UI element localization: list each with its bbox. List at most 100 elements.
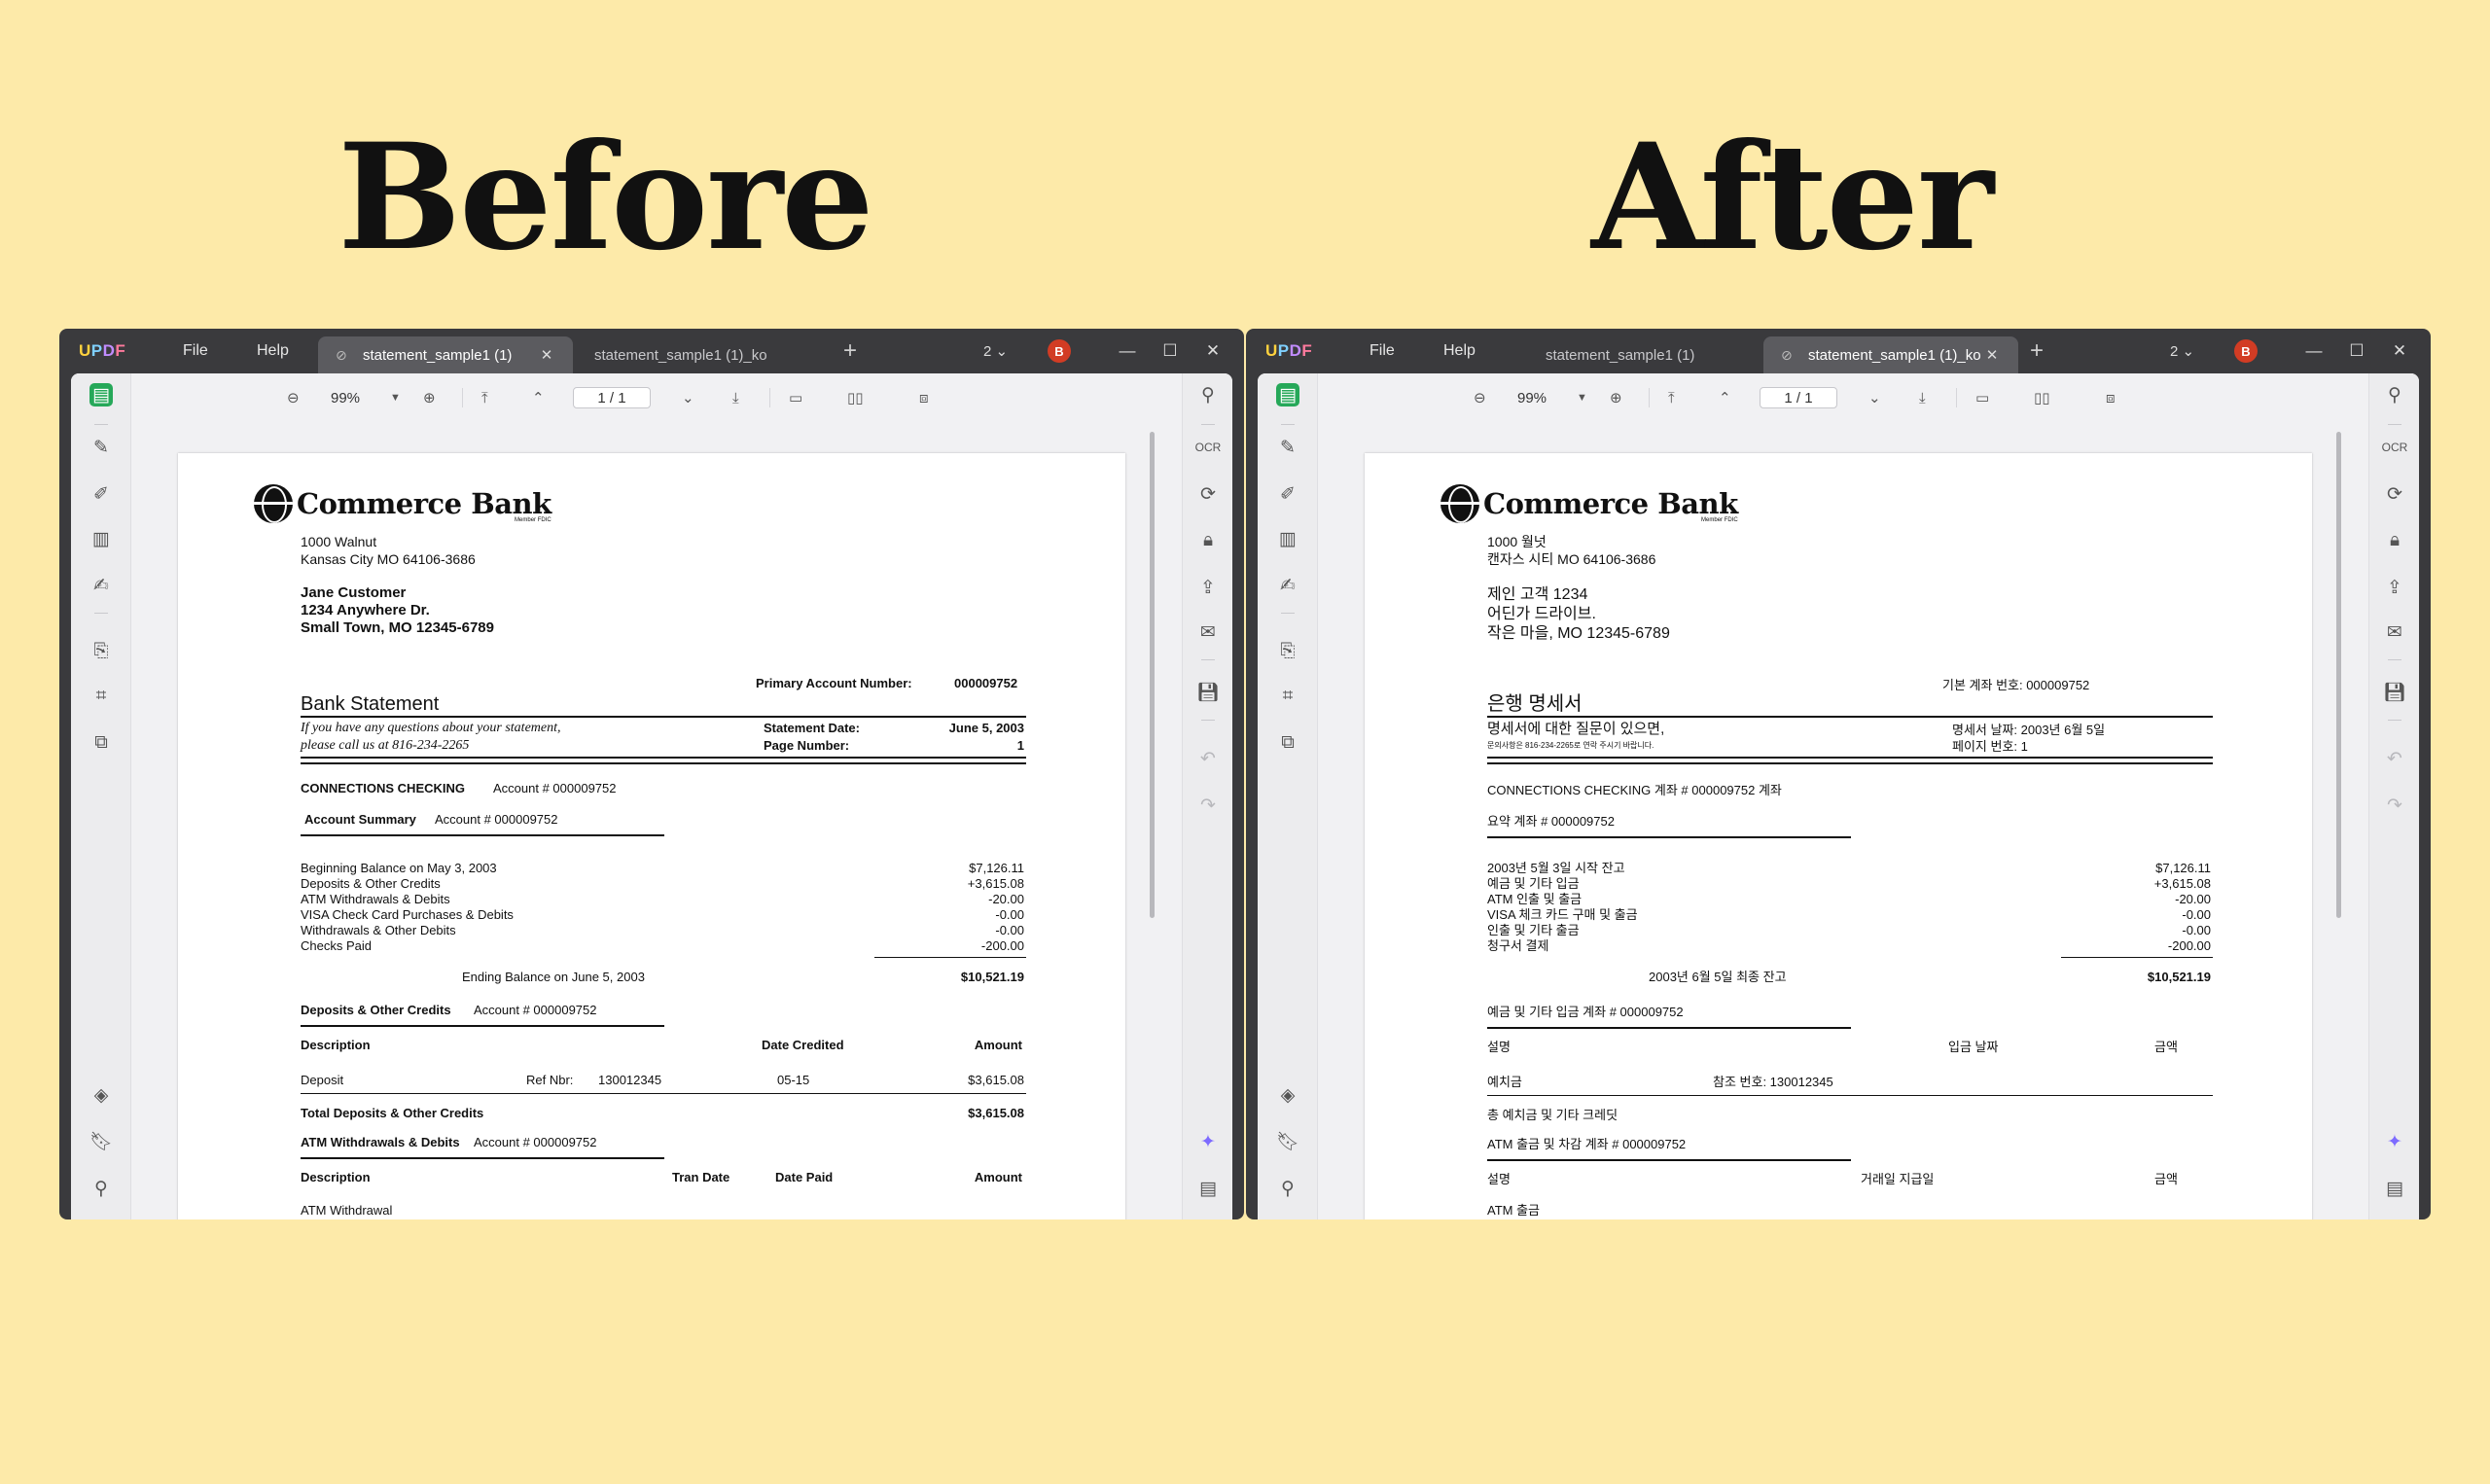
search-icon[interactable]: ⚲ xyxy=(1196,383,1220,406)
menu-file[interactable]: File xyxy=(1370,329,1395,373)
previous-page-icon[interactable]: ⌃ xyxy=(1719,387,1731,408)
page-display-icon[interactable]: ▯▯ xyxy=(2034,387,2050,408)
maximize-icon[interactable]: ☐ xyxy=(2347,329,2366,373)
zoom-out-icon[interactable]: ⊖ xyxy=(287,387,300,408)
zoom-dropdown-icon[interactable]: ▼ xyxy=(1577,387,1587,408)
protect-icon[interactable]: 🔒︎ xyxy=(1196,529,1220,552)
close-window-icon[interactable]: ✕ xyxy=(1203,329,1223,373)
undo-icon[interactable]: ↶ xyxy=(2383,747,2406,770)
convert-pdf-icon[interactable]: ⟳ xyxy=(1196,482,1220,506)
checking-label: CONNECTIONS CHECKING xyxy=(301,781,466,795)
email-icon[interactable]: ✉ xyxy=(2383,620,2406,644)
vertical-scrollbar[interactable] xyxy=(2336,432,2341,918)
zoom-dropdown-icon[interactable]: ▼ xyxy=(390,387,401,408)
attachment-icon[interactable]: ⚲ xyxy=(1276,1177,1299,1200)
page-display-icon[interactable]: ▯▯ xyxy=(847,387,864,408)
globe-icon xyxy=(1441,484,1479,523)
next-page-icon[interactable]: ⌄ xyxy=(682,387,694,408)
compress-icon[interactable]: ⧉ xyxy=(1276,731,1299,755)
undo-icon[interactable]: ↶ xyxy=(1196,747,1220,770)
fill-sign-icon[interactable]: ✍ xyxy=(89,574,113,597)
avatar[interactable]: B xyxy=(2234,339,2258,363)
atm-col-amount: 금액 xyxy=(2154,1172,2178,1186)
close-tab-icon[interactable]: ✕ xyxy=(1983,346,2001,364)
search-icon[interactable]: ⚲ xyxy=(2383,383,2406,406)
attachment-icon[interactable]: ⚲ xyxy=(89,1177,113,1200)
crop-icon[interactable]: ⌗ xyxy=(89,685,113,708)
ai-assistant-icon[interactable]: ✦ xyxy=(1196,1130,1220,1153)
zoom-value[interactable]: 99% xyxy=(331,387,360,408)
summary-label: Account Summary xyxy=(304,812,416,827)
total-deposits-label: 총 예치금 및 기타 크레딧 xyxy=(1487,1108,1618,1122)
ai-assistant-icon[interactable]: ✦ xyxy=(2383,1130,2406,1153)
bookmark-icon[interactable]: 🔖︎ xyxy=(1276,1130,1299,1153)
layers-icon[interactable]: ◈ xyxy=(1276,1083,1299,1107)
minimize-icon[interactable]: — xyxy=(1118,329,1137,373)
fill-sign-icon[interactable]: ✍ xyxy=(1276,574,1299,597)
redo-icon[interactable]: ↷ xyxy=(2383,794,2406,817)
reader-icon[interactable]: ▤ xyxy=(1276,383,1299,406)
menu-help[interactable]: Help xyxy=(1443,329,1476,373)
vertical-scrollbar[interactable] xyxy=(1150,432,1155,918)
presentation-icon[interactable]: ▭ xyxy=(1975,387,1989,408)
convert-pdf-icon[interactable]: ⟳ xyxy=(2383,482,2406,506)
zoom-in-icon[interactable]: ⊕ xyxy=(423,387,436,408)
first-page-icon[interactable]: ⤒ xyxy=(1668,387,1675,408)
share-icon[interactable]: ⇪ xyxy=(2383,576,2406,599)
minimize-icon[interactable]: — xyxy=(2304,329,2324,373)
compare-icon[interactable]: ⧈ xyxy=(2106,387,2116,408)
tab-statement-korean[interactable]: ⊘ statement_sample1 (1)_ko ✕ xyxy=(1763,336,2018,373)
tab-statement-original[interactable]: statement_sample1 (1) xyxy=(1505,336,1760,373)
zoom-in-icon[interactable]: ⊕ xyxy=(1610,387,1622,408)
close-tab-icon[interactable]: ✕ xyxy=(538,346,555,364)
customer-city: Small Town, MO 12345-6789 xyxy=(301,619,494,636)
menu-file[interactable]: File xyxy=(183,329,208,373)
tab-statement-korean[interactable]: statement_sample1 (1)_ko xyxy=(577,336,832,373)
tab-statement-original[interactable]: ⊘ statement_sample1 (1) ✕ xyxy=(318,336,573,373)
reader-icon[interactable]: ▤ xyxy=(89,383,113,406)
convert-icon[interactable]: ⎘ xyxy=(89,640,113,663)
bookmark-icon[interactable]: 🔖︎ xyxy=(89,1130,113,1153)
layers-icon[interactable]: ◈ xyxy=(89,1083,113,1107)
app-client: ▤ ✎ ✐ ▥ ✍ ⎘ ⌗ ⧉ ◈ 🔖︎ ⚲ ⊖ 99% ▼ ⊕ ⤒ ⌃ 1 /… xyxy=(71,373,1232,1219)
save-icon[interactable]: 💾︎ xyxy=(1196,681,1220,704)
last-page-icon[interactable]: ⤓ xyxy=(732,387,739,408)
title-bar: UPDF File Help statement_sample1 (1) ⊘ s… xyxy=(1246,329,2431,373)
comment-icon[interactable]: ✎ xyxy=(1276,436,1299,459)
close-window-icon[interactable]: ✕ xyxy=(2390,329,2409,373)
presentation-icon[interactable]: ▭ xyxy=(789,387,802,408)
first-page-icon[interactable]: ⤒ xyxy=(481,387,488,408)
previous-page-icon[interactable]: ⌃ xyxy=(532,387,545,408)
tab-count-dropdown[interactable]: 2 ⌄ xyxy=(983,329,1008,373)
edit-text-icon[interactable]: ✐ xyxy=(89,482,113,506)
email-icon[interactable]: ✉ xyxy=(1196,620,1220,644)
page-number-input[interactable]: 1 / 1 xyxy=(573,387,651,408)
share-icon[interactable]: ⇪ xyxy=(1196,576,1220,599)
zoom-value[interactable]: 99% xyxy=(1517,387,1547,408)
tab-count-dropdown[interactable]: 2 ⌄ xyxy=(2170,329,2194,373)
organize-pages-icon[interactable]: ▥ xyxy=(89,527,113,550)
ocr-icon[interactable]: OCR xyxy=(1195,436,1222,459)
avatar[interactable]: B xyxy=(1048,339,1071,363)
ocr-icon[interactable]: OCR xyxy=(2382,436,2408,459)
save-icon[interactable]: 💾︎ xyxy=(2383,681,2406,704)
crop-icon[interactable]: ⌗ xyxy=(1276,685,1299,708)
comment-icon[interactable]: ✎ xyxy=(89,436,113,459)
maximize-icon[interactable]: ☐ xyxy=(1160,329,1180,373)
last-page-icon[interactable]: ⤓ xyxy=(1919,387,1926,408)
compress-icon[interactable]: ⧉ xyxy=(89,731,113,755)
zoom-out-icon[interactable]: ⊖ xyxy=(1474,387,1486,408)
comment-list-icon[interactable]: ▤ xyxy=(2383,1177,2406,1200)
comment-list-icon[interactable]: ▤ xyxy=(1196,1177,1220,1200)
redo-icon[interactable]: ↷ xyxy=(1196,794,1220,817)
protect-icon[interactable]: 🔒︎ xyxy=(2383,529,2406,552)
edit-text-icon[interactable]: ✐ xyxy=(1276,482,1299,506)
compare-icon[interactable]: ⧈ xyxy=(919,387,929,408)
organize-pages-icon[interactable]: ▥ xyxy=(1276,527,1299,550)
menu-help[interactable]: Help xyxy=(257,329,289,373)
next-page-icon[interactable]: ⌄ xyxy=(1868,387,1881,408)
page-number-input[interactable]: 1 / 1 xyxy=(1760,387,1837,408)
add-tab-icon[interactable]: + xyxy=(2030,329,2044,373)
add-tab-icon[interactable]: + xyxy=(843,329,857,373)
convert-icon[interactable]: ⎘ xyxy=(1276,640,1299,663)
